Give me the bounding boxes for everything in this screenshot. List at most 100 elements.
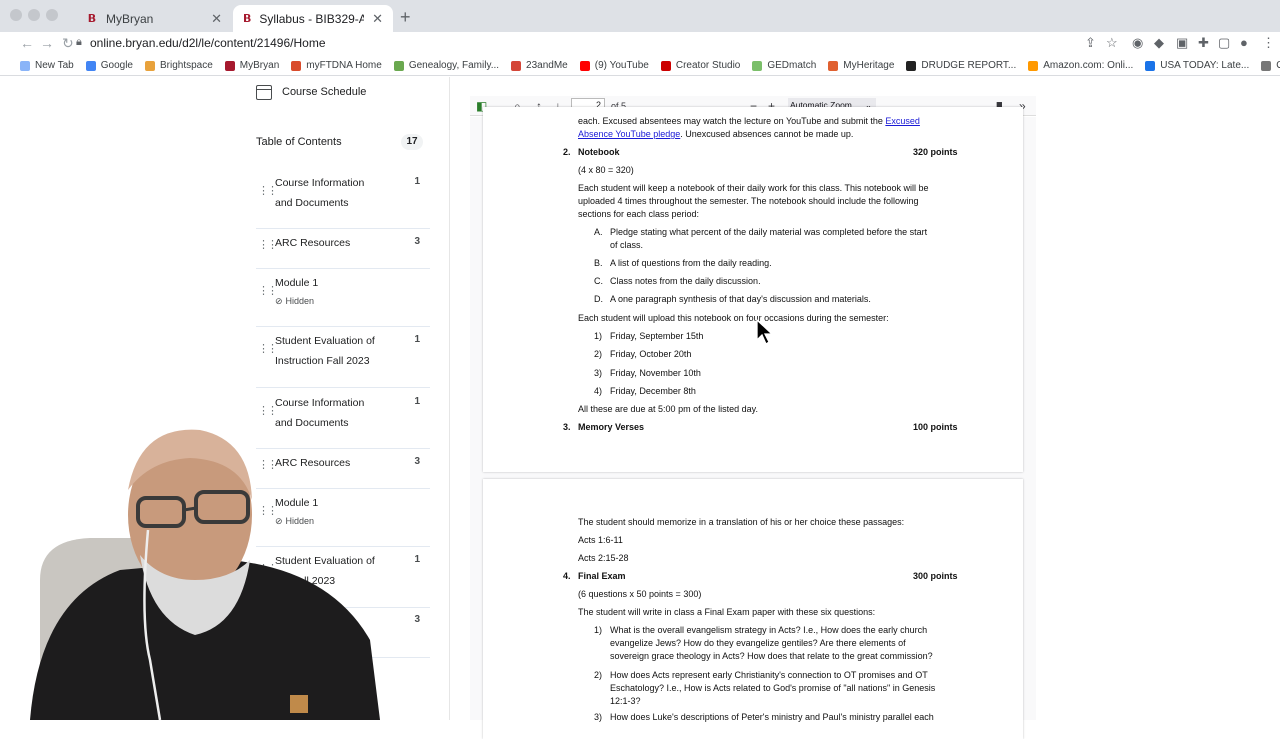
pdf-text: All these are due at 5:00 pm of the list… bbox=[578, 404, 758, 414]
pdf-text: each. Excused absentees may watch the le… bbox=[578, 116, 886, 126]
tab-title: MyBryan bbox=[106, 11, 154, 26]
bookmark-item[interactable]: USA TODAY: Late... bbox=[1145, 60, 1249, 71]
bookmark-label: Onefinity CNC -... bbox=[1276, 60, 1280, 71]
bookmark-item[interactable]: MyBryan bbox=[224, 60, 280, 71]
list-marker: C. bbox=[594, 276, 603, 286]
sidepanel-icon[interactable]: ▢ bbox=[1218, 35, 1230, 51]
drag-handle-icon[interactable]: ⋮⋮ bbox=[258, 184, 278, 197]
section-number: 3. bbox=[563, 422, 571, 432]
pdf-text: The student will write in class a Final … bbox=[578, 607, 876, 617]
extension-icon[interactable]: ◆ bbox=[1154, 35, 1164, 51]
address-bar-row: ← → ↻ 🔒︎ online.bryan.edu/d2l/le/content… bbox=[0, 32, 1280, 54]
close-icon[interactable]: ✕ bbox=[372, 11, 383, 27]
reload-icon[interactable]: ↻ bbox=[62, 35, 74, 52]
bookmark-item[interactable]: DRUDGE REPORT... bbox=[906, 60, 1016, 71]
bookmarks-bar: New Tab Google Brightspace MyBryan myFTDNA H… bbox=[0, 56, 1280, 76]
bookmark-star-icon[interactable]: ☆ bbox=[1106, 35, 1118, 51]
pdf-viewer[interactable]: each. Excused absentees may watch the le… bbox=[470, 107, 1036, 739]
url-field[interactable]: online.bryan.edu/d2l/le/content/21496/Ho… bbox=[90, 36, 326, 50]
exam-question: How does Acts represent early Christiani… bbox=[610, 670, 928, 680]
bookmark-favicon-icon bbox=[85, 60, 96, 71]
section-points: 300 points bbox=[913, 571, 958, 581]
section-title: Memory Verses bbox=[578, 422, 645, 432]
toc-item-count: 1 bbox=[414, 396, 420, 407]
window-zoom-dot[interactable] bbox=[46, 9, 58, 21]
share-icon[interactable]: ⇪ bbox=[1085, 35, 1096, 51]
bookmark-favicon-icon bbox=[828, 60, 839, 71]
toc-item[interactable]: ⋮⋮ Student Evaluation of Instruction Fall … bbox=[256, 328, 430, 388]
bryan-logo-icon: 𝗕 bbox=[87, 12, 97, 25]
bookmark-item[interactable]: MyHeritage bbox=[828, 60, 894, 71]
bookmark-label: Brightspace bbox=[159, 60, 213, 71]
tab-syllabus[interactable]: 𝗕 Syllabus - BIB329-A - FA-23 ✕ bbox=[233, 5, 393, 32]
close-icon[interactable]: ✕ bbox=[211, 11, 222, 27]
puzzle-icon[interactable]: ✚ bbox=[1198, 35, 1209, 51]
bookmark-label: myFTDNA Home bbox=[306, 60, 382, 71]
list-marker: B. bbox=[594, 258, 603, 268]
extension-icon[interactable]: ▣ bbox=[1176, 35, 1188, 51]
toc-item-title: Student Evaluation of bbox=[275, 335, 375, 347]
new-tab-plus-icon[interactable]: + bbox=[400, 7, 411, 28]
excused-absence-pledge-link[interactable]: Absence YouTube pledge bbox=[578, 129, 680, 139]
bookmark-item[interactable]: GEDmatch bbox=[752, 60, 816, 71]
pdf-text: Each student will keep a notebook of the… bbox=[578, 183, 929, 193]
excused-link[interactable]: Excused bbox=[885, 116, 920, 126]
bryan-logo-icon: 𝗕 bbox=[243, 12, 252, 25]
pdf-text: Class notes from the daily discussion. bbox=[610, 276, 761, 286]
bookmark-favicon-icon bbox=[660, 60, 671, 71]
bookmark-item[interactable]: Creator Studio bbox=[660, 60, 740, 71]
exam-question: 12:1-3? bbox=[610, 696, 641, 706]
toc-item[interactable]: ⋮⋮ Module 1 ⊘ Hidden bbox=[256, 270, 430, 327]
section-title: Final Exam bbox=[578, 571, 626, 581]
bookmark-label: MyHeritage bbox=[843, 60, 895, 71]
lock-icon[interactable]: 🔒︎ bbox=[76, 36, 82, 49]
window-close-dot[interactable] bbox=[10, 9, 22, 21]
toc-item-count: 1 bbox=[414, 334, 420, 345]
toc-item-count: 3 bbox=[414, 236, 420, 247]
toc-item[interactable]: ⋮⋮ ARC Resources 3 bbox=[256, 230, 430, 269]
bookmark-item[interactable]: Amazon.com: Onli... bbox=[1028, 60, 1133, 71]
pdf-text: sections for each class period: bbox=[578, 209, 700, 219]
list-marker: 1) bbox=[594, 625, 603, 635]
tab-title: Syllabus - BIB329-A - FA-23 bbox=[259, 11, 365, 26]
drag-handle-icon[interactable]: ⋮⋮ bbox=[258, 404, 278, 417]
scripture-passage: Acts 1:6-11 bbox=[578, 535, 623, 545]
table-of-contents-link[interactable]: Table of Contents bbox=[256, 136, 342, 148]
back-arrow-icon[interactable]: ← bbox=[20, 35, 34, 51]
bookmark-favicon-icon bbox=[1261, 60, 1272, 71]
bookmark-favicon-icon bbox=[291, 60, 302, 71]
pdf-text: The student should memorize in a transla… bbox=[578, 517, 905, 527]
list-marker: 2) bbox=[594, 349, 603, 359]
toc-item-count: 3 bbox=[414, 614, 420, 625]
drag-handle-icon[interactable]: ⋮⋮ bbox=[258, 342, 278, 355]
tab-mybryan[interactable]: 𝗕 MyBryan ✕ bbox=[76, 5, 232, 32]
bookmark-item[interactable]: 23andMe bbox=[511, 60, 568, 71]
bookmark-item[interactable]: Google bbox=[85, 60, 133, 71]
bookmark-label: MyBryan bbox=[239, 60, 280, 71]
bookmark-item[interactable]: Brightspace bbox=[144, 60, 213, 71]
toc-item[interactable]: ⋮⋮ Course Information and Documents 1 bbox=[256, 170, 430, 229]
bookmark-favicon-icon bbox=[20, 60, 30, 71]
bookmark-item[interactable]: Onefinity CNC -... bbox=[1261, 60, 1280, 71]
toc-item-title: Course Information bbox=[275, 177, 365, 189]
forward-arrow-icon[interactable]: → bbox=[40, 35, 54, 51]
due-date: Friday, September 15th bbox=[610, 331, 704, 341]
profile-icon[interactable]: ● bbox=[1240, 35, 1248, 50]
bookmark-item[interactable]: New Tab bbox=[20, 60, 74, 71]
list-marker: A. bbox=[594, 227, 603, 237]
pdf-text: of class. bbox=[610, 240, 644, 250]
drag-handle-icon[interactable]: ⋮⋮ bbox=[258, 238, 278, 251]
bookmark-item[interactable]: Genealogy, Family... bbox=[393, 60, 499, 71]
course-schedule-link[interactable]: Course Schedule bbox=[282, 86, 366, 98]
pdf-page: The student should memorize in a transla… bbox=[483, 479, 1023, 739]
menu-kebab-icon[interactable]: ⋮ bbox=[1262, 35, 1275, 51]
toc-item-title: and Documents bbox=[275, 197, 349, 209]
extension-icon[interactable]: ◉ bbox=[1132, 35, 1143, 51]
list-marker: 4) bbox=[594, 386, 603, 396]
bookmark-item[interactable]: myFTDNA Home bbox=[291, 60, 382, 71]
hidden-status: ⊘ Hidden bbox=[275, 296, 314, 307]
bookmark-favicon-icon bbox=[579, 60, 590, 71]
drag-handle-icon[interactable]: ⋮⋮ bbox=[258, 284, 278, 297]
window-minimize-dot[interactable] bbox=[28, 9, 40, 21]
bookmark-item[interactable]: (9) YouTube bbox=[579, 60, 649, 71]
